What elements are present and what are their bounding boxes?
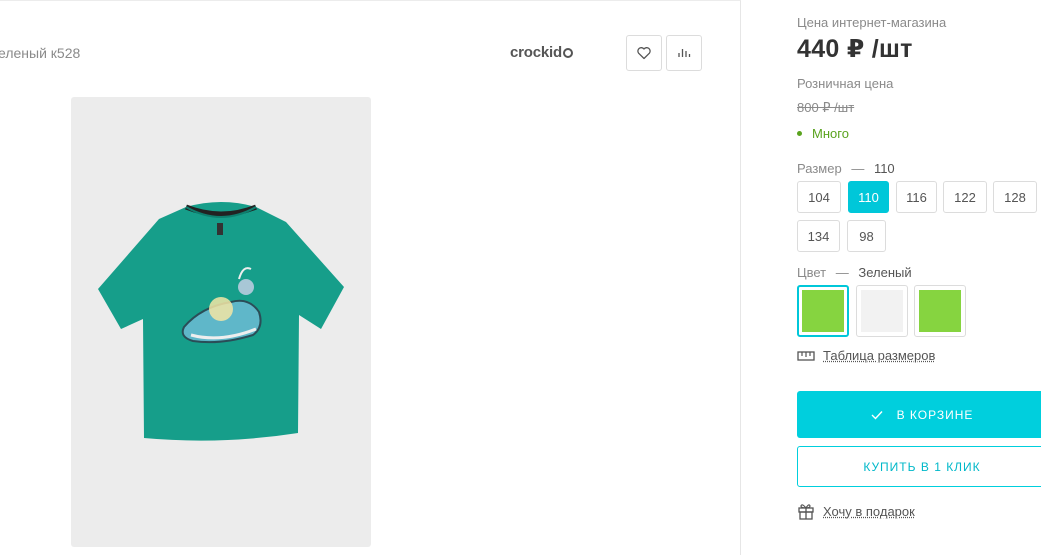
size-label: Размер (797, 161, 842, 176)
buy-one-click-button[interactable]: КУПИТЬ В 1 КЛИК (797, 446, 1041, 487)
size-table-text: Таблица размеров (823, 348, 936, 363)
favorite-button[interactable] (626, 35, 662, 71)
tshirt-image (98, 202, 344, 441)
size-option[interactable]: 104 (797, 181, 841, 213)
color-swatch-selected[interactable] (797, 285, 849, 337)
stock-status: Много (797, 126, 849, 141)
compare-button[interactable] (666, 35, 702, 71)
product-gallery-panel: еленый к528 crockid (0, 0, 741, 555)
size-option[interactable]: 134 (797, 220, 840, 252)
size-option[interactable]: 122 (943, 181, 987, 213)
color-separator: — (835, 265, 849, 280)
color-swatch[interactable] (914, 285, 966, 337)
buy-one-click-label: КУПИТЬ В 1 КЛИК (863, 459, 981, 474)
online-price: 440 ₽ /шт (797, 35, 913, 63)
in-cart-button[interactable]: В КОРЗИНЕ (797, 391, 1041, 438)
selected-size: 110 (873, 161, 895, 176)
gift-icon (798, 504, 814, 520)
product-photo[interactable] (71, 97, 371, 547)
selected-color: Зеленый (858, 265, 912, 280)
brand-name: crockid (510, 44, 562, 61)
stock-text: Много (812, 126, 849, 141)
size-option[interactable]: 128 (993, 181, 1037, 213)
check-icon (871, 410, 883, 420)
heart-icon (637, 47, 651, 60)
size-option[interactable]: 116 (896, 181, 937, 213)
ruler-icon (797, 350, 815, 361)
size-table-link[interactable]: Таблица размеров (797, 348, 935, 363)
online-price-label: Цена интернет-магазина (797, 15, 947, 30)
brand-mark-icon (562, 48, 573, 58)
swatch-fill (919, 290, 961, 332)
color-swatch[interactable] (856, 285, 908, 337)
size-option[interactable]: 98 (847, 220, 886, 252)
bar-chart-icon (678, 49, 691, 57)
product-sku: еленый к528 (0, 45, 81, 61)
size-separator: — (851, 161, 865, 176)
color-heading: Цвет — Зеленый (797, 265, 912, 280)
size-heading: Размер — 110 (797, 161, 895, 176)
gift-text: Хочу в подарок (823, 503, 915, 519)
brand-logo[interactable]: crockid (510, 44, 573, 61)
size-option-selected[interactable]: 110 (848, 181, 889, 213)
gift-link[interactable]: Хочу в подарок (797, 502, 915, 520)
retail-price: 800 ₽ /шт (797, 100, 855, 115)
color-label: Цвет (797, 265, 827, 280)
swatch-fill (861, 290, 903, 332)
swatch-fill (802, 290, 844, 332)
stock-dot-icon (797, 131, 802, 136)
retail-price-label: Розничная цена (797, 76, 894, 91)
in-cart-label: В КОРЗИНЕ (896, 407, 974, 422)
